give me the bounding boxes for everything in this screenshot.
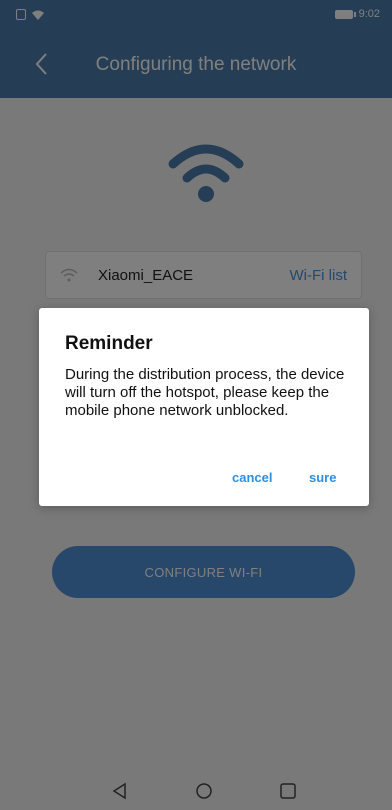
dialog-message: During the distribution process, the dev… bbox=[65, 366, 345, 419]
cancel-button[interactable]: cancel bbox=[232, 470, 272, 485]
dialog-title: Reminder bbox=[65, 333, 153, 354]
sure-button[interactable]: sure bbox=[309, 470, 336, 485]
reminder-dialog: Reminder During the distribution process… bbox=[39, 308, 369, 506]
screen: 9:02 Configuring the network Xiaomi_EACE… bbox=[0, 0, 392, 810]
